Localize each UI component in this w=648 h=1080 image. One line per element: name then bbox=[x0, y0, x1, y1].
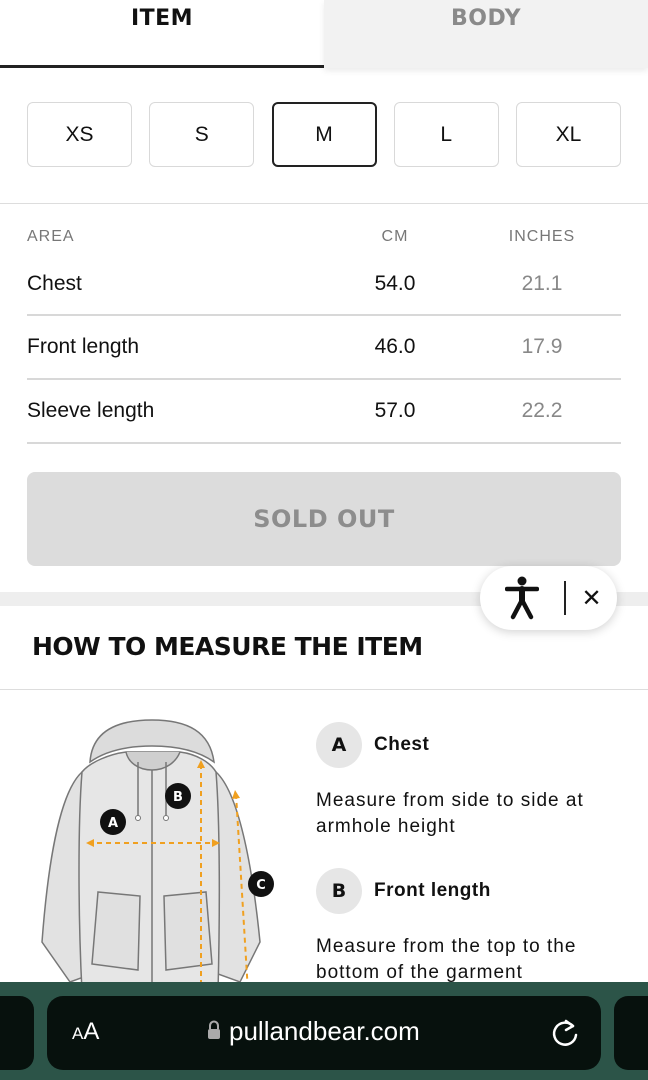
row-inches: 21.1 bbox=[521, 272, 563, 295]
size-button-l[interactable]: L bbox=[393, 102, 499, 167]
table-row: Sleeve length 57.0 22.2 bbox=[27, 380, 621, 444]
row-area: Front length bbox=[27, 335, 140, 358]
hoodie-diagram: A B C bbox=[30, 712, 280, 993]
row-cm: 46.0 bbox=[374, 335, 416, 358]
table-row: Chest 54.0 21.1 bbox=[27, 254, 621, 316]
measure-badge: B bbox=[316, 868, 362, 914]
accessibility-widget: ✕ bbox=[480, 566, 617, 630]
divider bbox=[0, 203, 648, 204]
header-cm: CM bbox=[381, 228, 409, 245]
measure-item-b: B Front length Measure from the top to t… bbox=[316, 868, 626, 986]
diagram-marker-a: A bbox=[108, 816, 118, 831]
size-button-xl[interactable]: XL bbox=[516, 102, 621, 167]
tab-item[interactable]: ITEM bbox=[0, 0, 324, 68]
previous-tab-preview[interactable] bbox=[0, 996, 34, 1070]
divider bbox=[0, 689, 648, 690]
measure-badge: A bbox=[316, 722, 362, 768]
size-selector: XS S M L XL bbox=[27, 102, 621, 167]
address-bar[interactable]: AA pullandbear.com bbox=[47, 996, 601, 1070]
tab-bar: ITEM BODY bbox=[0, 0, 648, 68]
browser-toolbar: AA pullandbear.com bbox=[0, 982, 648, 1080]
size-button-s[interactable]: S bbox=[149, 102, 255, 167]
url-text: pullandbear.com bbox=[229, 1016, 420, 1046]
reload-icon[interactable] bbox=[551, 1018, 579, 1053]
url-display[interactable]: pullandbear.com bbox=[207, 1016, 420, 1047]
row-inches: 17.9 bbox=[521, 335, 563, 358]
row-area: Chest bbox=[27, 272, 82, 295]
next-tab-preview[interactable] bbox=[614, 996, 648, 1070]
measure-description: Measure from side to side at armhole hei… bbox=[316, 790, 584, 837]
accessibility-icon[interactable] bbox=[480, 566, 564, 630]
table-row: Front length 46.0 17.9 bbox=[27, 316, 621, 380]
close-icon[interactable]: ✕ bbox=[566, 566, 617, 630]
size-table: AREA CM INCHES Chest 54.0 21.1 Front len… bbox=[27, 228, 621, 444]
tab-body[interactable]: BODY bbox=[324, 0, 648, 68]
row-area: Sleeve length bbox=[27, 399, 155, 422]
header-area: AREA bbox=[27, 228, 75, 245]
row-cm: 54.0 bbox=[374, 272, 416, 295]
measure-item-a: A Chest Measure from side to side at arm… bbox=[316, 722, 626, 840]
diagram-marker-c: C bbox=[256, 878, 266, 893]
size-button-xs[interactable]: XS bbox=[27, 102, 132, 167]
row-inches: 22.2 bbox=[521, 399, 563, 422]
size-button-m[interactable]: M bbox=[271, 102, 377, 167]
measure-name: Chest bbox=[374, 734, 430, 755]
header-inches: INCHES bbox=[508, 228, 576, 245]
measure-name: Front length bbox=[374, 880, 491, 901]
sold-out-button[interactable]: SOLD OUT bbox=[27, 472, 621, 566]
diagram-marker-b: B bbox=[173, 790, 183, 805]
row-cm: 57.0 bbox=[374, 399, 416, 422]
section-title: HOW TO MEASURE THE ITEM bbox=[32, 632, 423, 661]
measure-description: Measure from the top to the bottom of th… bbox=[316, 936, 577, 983]
table-header: AREA CM INCHES bbox=[27, 228, 621, 254]
lock-icon bbox=[207, 1016, 221, 1047]
text-size-button[interactable]: AA bbox=[72, 1018, 99, 1046]
